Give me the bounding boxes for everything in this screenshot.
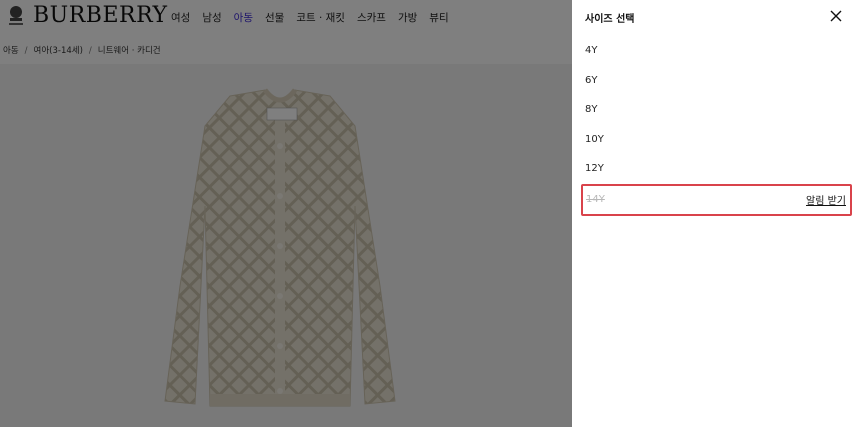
close-icon xyxy=(830,10,842,22)
size-label: 6Y xyxy=(585,74,598,86)
size-label: 10Y xyxy=(585,133,604,145)
size-label: 8Y xyxy=(585,104,598,116)
size-label: 4Y xyxy=(585,45,598,57)
notify-me-link[interactable]: 알림 받기 xyxy=(806,192,846,207)
size-option-14y-sold-out[interactable]: 14Y 알림 받기 xyxy=(581,183,852,216)
size-selection-drawer: 사이즈 선택 4Y 6Y 8Y 10Y 12Y 14Y 알림 받기 xyxy=(572,0,860,427)
size-option-10y[interactable]: 10Y xyxy=(584,125,847,155)
size-list: 4Y 6Y 8Y 10Y 12Y 14Y 알림 받기 xyxy=(572,36,860,216)
modal-overlay[interactable] xyxy=(0,0,572,427)
size-option-4y[interactable]: 4Y xyxy=(584,36,847,66)
drawer-title: 사이즈 선택 xyxy=(585,14,635,25)
size-option-12y[interactable]: 12Y xyxy=(584,154,847,184)
size-label: 14Y xyxy=(586,194,605,205)
size-option-6y[interactable]: 6Y xyxy=(584,66,847,96)
size-label: 12Y xyxy=(585,163,604,175)
size-option-8y[interactable]: 8Y xyxy=(584,95,847,125)
close-button[interactable] xyxy=(827,7,845,25)
